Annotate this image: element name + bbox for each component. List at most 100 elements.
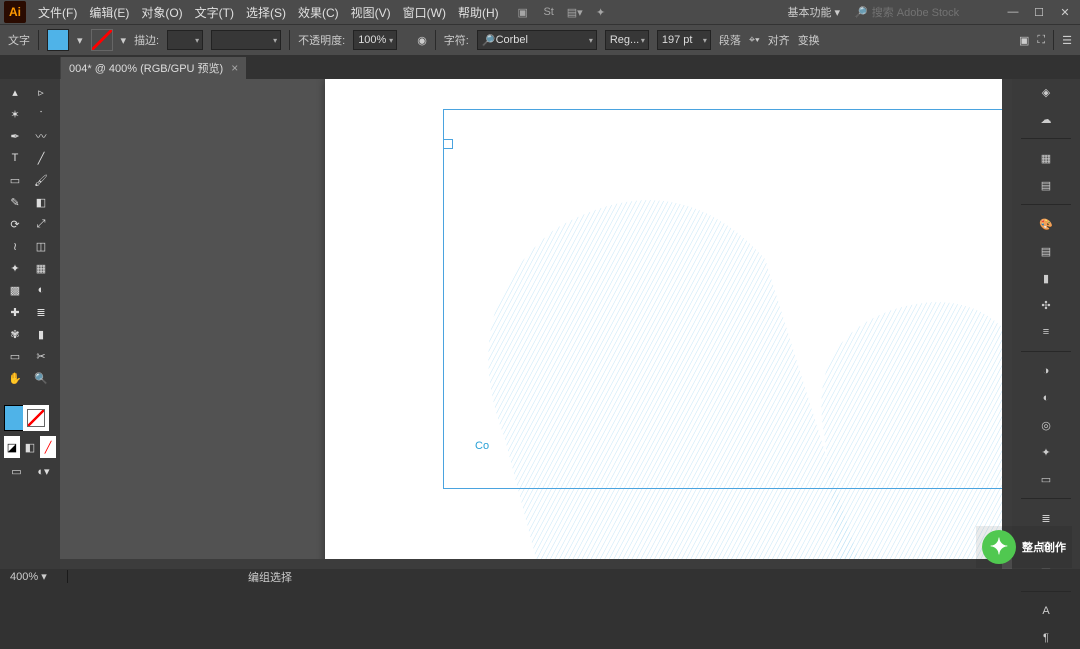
panel-libraries-icon[interactable]: ☁: [1034, 108, 1058, 130]
transform-link[interactable]: 变换: [798, 32, 820, 48]
color-mode-icon[interactable]: ◪: [4, 436, 20, 458]
panel-asset-icon[interactable]: ¶: [1034, 627, 1058, 649]
tool-curvature[interactable]: 〰: [28, 125, 54, 147]
menu-2[interactable]: 对象(O): [135, 0, 188, 24]
align-link[interactable]: 对齐: [768, 32, 790, 48]
panel-stroke-icon[interactable]: ≡: [1034, 321, 1058, 343]
watermark-text: 整点创作: [1022, 539, 1066, 555]
panel-layers-icon[interactable]: ◈: [1034, 81, 1058, 103]
tool-lasso[interactable]: ॱ: [28, 103, 54, 125]
tool-hand[interactable]: ✋: [2, 367, 28, 389]
panel-appearance-icon[interactable]: ◎: [1034, 414, 1058, 436]
maximize-button[interactable]: ☐: [1028, 3, 1050, 21]
tool-selection[interactable]: ▴: [2, 81, 28, 103]
menu-1[interactable]: 编辑(E): [83, 0, 135, 24]
panel-brushes-icon[interactable]: ▮: [1034, 267, 1058, 289]
menu-0[interactable]: 文件(F): [32, 0, 83, 24]
tool-rectangle[interactable]: ▭: [2, 169, 28, 191]
panel-grad-icon[interactable]: ◑: [1034, 360, 1058, 382]
selection-anchor[interactable]: [443, 139, 453, 149]
search-icon: 🔎: [854, 6, 868, 19]
fill-stroke-block[interactable]: ◪ ◧ ╱ ▭ ◐▾: [2, 393, 58, 484]
tool-shape-builder[interactable]: ✦: [2, 257, 28, 279]
zoom-field[interactable]: 400% ▾: [8, 570, 68, 583]
right-panel-dock: ◈☁▦▤🎨▤▮✣≡◑◐◎✦▭≣▥◫A¶: [1012, 79, 1080, 569]
menu-5[interactable]: 效果(C): [292, 0, 345, 24]
panel-graphic-styles-icon[interactable]: ✦: [1034, 441, 1058, 463]
font-style-field[interactable]: Reg...: [605, 30, 649, 50]
fullscreen-icon[interactable]: ⛶: [1037, 34, 1045, 47]
panel-glyphs-icon[interactable]: A: [1034, 600, 1058, 622]
recolor-icon[interactable]: ◉: [417, 34, 427, 47]
tool-artboard[interactable]: ▭: [2, 345, 28, 367]
tool-free-transform[interactable]: ◫: [28, 235, 54, 257]
panel-transparency-icon[interactable]: ◐: [1034, 387, 1058, 409]
menu-8[interactable]: 帮助(H): [452, 0, 505, 24]
tool-mesh[interactable]: ▩: [2, 279, 28, 301]
selection-bounding-box[interactable]: [443, 109, 1002, 489]
tool-type[interactable]: T: [2, 147, 28, 169]
screen-mode-icon[interactable]: ▭: [4, 460, 29, 482]
arrange-icon[interactable]: ▤▾: [567, 4, 583, 20]
tool-blend[interactable]: ≣: [28, 301, 54, 323]
panel-palette-icon[interactable]: 🎨: [1034, 213, 1058, 235]
tool-eyedropper[interactable]: ✚: [2, 301, 28, 323]
gradient-mode-icon[interactable]: ◧: [22, 436, 38, 458]
tool-magic-wand[interactable]: ✶: [2, 103, 28, 125]
stroke-swatch[interactable]: [91, 29, 113, 51]
menu-extra-icons: ▣ St ▤▾ ✦: [515, 4, 609, 20]
para-link[interactable]: 段落: [719, 32, 741, 48]
tool-zoom[interactable]: 🔍: [28, 367, 54, 389]
tool-column-graph[interactable]: ▮: [28, 323, 54, 345]
para-icon[interactable]: ⌖▾: [749, 34, 760, 47]
panel-prop-x-icon[interactable]: ▦: [1034, 147, 1058, 169]
fill-swatch[interactable]: [47, 29, 69, 51]
font-size-field[interactable]: 197 pt: [657, 30, 711, 50]
tool-rotate[interactable]: ⟳: [2, 213, 28, 235]
tool-eraser[interactable]: ◧: [28, 191, 54, 213]
tool-slice[interactable]: ✂: [28, 345, 54, 367]
workspace-switcher[interactable]: 基本功能 ▾: [781, 4, 846, 20]
tool-scale[interactable]: ⤢: [28, 213, 54, 235]
menu-4[interactable]: 选择(S): [240, 0, 292, 24]
tool-paintbrush[interactable]: 🖌: [28, 169, 54, 191]
horizontal-scrollbar[interactable]: [60, 559, 1002, 569]
tool-gradient[interactable]: ◐: [28, 279, 54, 301]
tool-perspective[interactable]: ▦: [28, 257, 54, 279]
tool-direct-selection[interactable]: ▹: [28, 81, 54, 103]
tool-pencil[interactable]: ✎: [2, 191, 28, 213]
menu-3[interactable]: 文字(T): [189, 0, 240, 24]
panel-prop-y-icon[interactable]: ▤: [1034, 174, 1058, 196]
panel-swatches-icon[interactable]: ▤: [1034, 240, 1058, 262]
stock-icon[interactable]: St: [541, 4, 557, 20]
document-tab[interactable]: 004* @ 400% (RGB/GPU 预览) ×: [60, 57, 246, 79]
tool-line[interactable]: ╱: [28, 147, 54, 169]
draw-mode-icon[interactable]: ◐▾: [31, 460, 56, 482]
vertical-scrollbar[interactable]: [1002, 79, 1012, 559]
brush-def-field[interactable]: [211, 30, 281, 50]
search-stock[interactable]: 🔎 搜索 Adobe Stock: [854, 4, 994, 20]
wechat-icon: ✦: [982, 530, 1016, 564]
gpu-icon[interactable]: ✦: [593, 4, 609, 20]
minimize-button[interactable]: —: [1002, 3, 1024, 21]
tool-width[interactable]: ≀: [2, 235, 28, 257]
document-tab-bar: 004* @ 400% (RGB/GPU 预览) ×: [0, 55, 1080, 79]
menu-7[interactable]: 窗口(W): [397, 0, 452, 24]
font-family-field[interactable]: 🔎 Corbel: [477, 30, 597, 50]
close-icon[interactable]: ×: [231, 61, 238, 75]
opacity-field[interactable]: 100%: [353, 30, 397, 50]
tool-pen[interactable]: ✒: [2, 125, 28, 147]
isolate-icon[interactable]: ▣: [1019, 34, 1029, 47]
bridge-icon[interactable]: ▣: [515, 4, 531, 20]
panel-align-r-icon[interactable]: ▭: [1034, 468, 1058, 490]
panel-symbols-icon[interactable]: ✣: [1034, 294, 1058, 316]
stroke-weight-field[interactable]: [167, 30, 203, 50]
canvas-viewport[interactable]: Co: [60, 79, 1002, 559]
none-mode-icon[interactable]: ╱: [40, 436, 56, 458]
stroke-large-swatch[interactable]: [23, 405, 49, 431]
tool-symbol-sprayer[interactable]: ✾: [2, 323, 28, 345]
stroke-label: 描边:: [134, 32, 159, 48]
panel-menu-icon[interactable]: ☰: [1062, 34, 1072, 47]
close-button[interactable]: ✕: [1054, 3, 1076, 21]
menu-6[interactable]: 视图(V): [345, 0, 397, 24]
